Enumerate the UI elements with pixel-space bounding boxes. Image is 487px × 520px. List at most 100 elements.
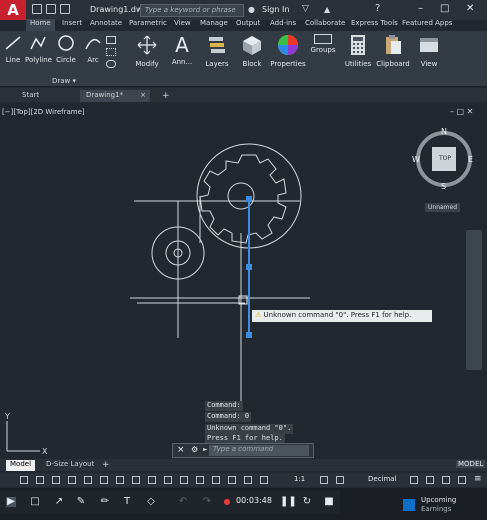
tab-collaborate[interactable]: Collaborate xyxy=(305,19,345,31)
open-icon[interactable] xyxy=(32,4,42,14)
block-button[interactable]: Block xyxy=(238,34,266,68)
utilities-button[interactable]: Utilities xyxy=(342,34,374,68)
groups-button[interactable]: Groups xyxy=(310,34,336,54)
rectangle-tool-icon[interactable]: □ xyxy=(30,497,40,507)
grip-end[interactable] xyxy=(246,332,252,338)
modify-button[interactable]: Modify xyxy=(132,34,162,68)
tab-parametric[interactable]: Parametric xyxy=(129,19,167,31)
dynamic-ucs-icon[interactable] xyxy=(196,476,204,484)
ellipse-icon[interactable] xyxy=(106,60,116,68)
tab-add-ins[interactable]: Add-ins xyxy=(270,19,296,31)
draw-panel-label[interactable]: Draw ▾ xyxy=(52,77,76,85)
arc-button[interactable]: Arc xyxy=(83,34,103,64)
lineweight-icon[interactable] xyxy=(132,476,140,484)
compass-north[interactable]: N xyxy=(441,127,447,136)
pen-tool-icon[interactable]: ✎ xyxy=(76,497,86,507)
circle-button[interactable]: Circle xyxy=(55,34,77,64)
wcs-dropdown[interactable]: Unnamed xyxy=(425,203,461,212)
line-button[interactable]: Line xyxy=(3,34,23,64)
close-icon[interactable]: ✕ xyxy=(466,3,474,14)
tab-view[interactable]: View xyxy=(174,19,191,31)
isodraft-icon[interactable] xyxy=(84,476,92,484)
compass-west[interactable]: W xyxy=(412,155,420,164)
tab-output[interactable]: Output xyxy=(236,19,260,31)
annotation-scale[interactable]: 1:1 xyxy=(294,475,305,483)
polar-icon[interactable] xyxy=(68,476,76,484)
redo-icon[interactable]: ↷ xyxy=(202,497,212,507)
isolate-objects-icon[interactable] xyxy=(442,476,450,484)
viewcube-top-face[interactable]: TOP xyxy=(439,155,451,162)
a360-icon[interactable]: ▲ xyxy=(324,5,330,14)
text-tool-icon[interactable]: T xyxy=(122,497,132,507)
layers-button[interactable]: Layers xyxy=(202,34,232,68)
hatch-icon[interactable] xyxy=(106,48,116,56)
save-icon[interactable] xyxy=(46,4,56,14)
layout-tab-d-size[interactable]: D-Size Layout xyxy=(42,460,98,471)
quick-properties-icon[interactable] xyxy=(410,476,418,484)
stop-icon[interactable]: ■ xyxy=(324,497,334,507)
gizmo-icon[interactable] xyxy=(228,476,236,484)
news-icon[interactable] xyxy=(403,499,415,511)
news-widget[interactable]: Upcoming Earnings xyxy=(421,496,456,514)
new-tab-icon[interactable]: + xyxy=(156,90,176,102)
tab-insert[interactable]: Insert xyxy=(62,19,82,31)
object-track-icon[interactable] xyxy=(100,476,108,484)
polyline-button[interactable]: Polyline xyxy=(25,34,52,64)
pause-icon[interactable]: ❚❚ xyxy=(280,497,297,507)
3d-osnap-icon[interactable] xyxy=(180,476,188,484)
view-button[interactable]: View xyxy=(416,34,442,68)
user-icon[interactable]: ● xyxy=(248,5,255,14)
gear-teeth[interactable] xyxy=(199,154,287,244)
rectangle-icon[interactable] xyxy=(106,36,116,44)
units-dropdown[interactable]: Decimal xyxy=(368,475,397,483)
grid-icon[interactable] xyxy=(20,476,28,484)
app-logo[interactable]: A xyxy=(0,0,26,20)
search-input[interactable]: Type a keyword or phrase xyxy=(140,4,244,17)
command-input[interactable]: Type a command xyxy=(209,445,309,456)
cart-icon[interactable]: ▽ xyxy=(302,4,309,14)
sign-in-button[interactable]: Sign In xyxy=(262,5,289,14)
properties-button[interactable]: Properties xyxy=(270,34,306,68)
customize-icon[interactable]: ⚙ xyxy=(191,445,198,454)
new-layout-icon[interactable]: + xyxy=(98,460,114,471)
help-icon[interactable]: ? xyxy=(375,3,380,14)
hardware-acceleration-icon[interactable] xyxy=(458,476,466,484)
pointer-tool-icon[interactable]: ▶ xyxy=(6,497,16,507)
tab-featured-apps[interactable]: Featured Apps xyxy=(402,19,452,31)
grip-start[interactable] xyxy=(246,196,252,202)
selection-filter-icon[interactable] xyxy=(212,476,220,484)
model-space-button[interactable]: MODEL xyxy=(456,460,486,468)
ortho-icon[interactable] xyxy=(52,476,60,484)
grip-mid[interactable] xyxy=(246,264,252,270)
draw-small-tools[interactable] xyxy=(106,36,120,72)
selection-cycling-icon[interactable] xyxy=(164,476,172,484)
close-tab-icon[interactable]: × xyxy=(140,91,146,99)
minimize-icon[interactable]: – xyxy=(418,3,423,14)
restore-icon[interactable]: □ xyxy=(440,3,449,14)
annotation-visibility-icon[interactable] xyxy=(244,476,252,484)
print-icon[interactable] xyxy=(60,4,70,14)
undo-icon[interactable]: ↶ xyxy=(178,497,188,507)
recent-commands-icon[interactable]: ► xyxy=(203,446,208,453)
customization-icon[interactable]: ≡ xyxy=(474,474,482,484)
highlighter-tool-icon[interactable]: ✏ xyxy=(100,497,110,507)
restart-icon[interactable]: ↻ xyxy=(302,497,312,507)
close-command-icon[interactable]: × xyxy=(177,445,185,455)
compass-south[interactable]: S xyxy=(441,182,446,191)
arrow-tool-icon[interactable]: ↗ xyxy=(54,497,64,507)
eraser-tool-icon[interactable]: ◇ xyxy=(146,497,156,507)
transparency-icon[interactable] xyxy=(148,476,156,484)
tab-annotate[interactable]: Annotate xyxy=(90,19,122,31)
clipboard-button[interactable]: Clipboard xyxy=(376,34,410,68)
snap-icon[interactable] xyxy=(36,476,44,484)
layout-tab-model[interactable]: Model xyxy=(6,460,36,471)
lock-ui-icon[interactable] xyxy=(426,476,434,484)
tab-manage[interactable]: Manage xyxy=(200,19,228,31)
annotation-monitor-icon[interactable] xyxy=(336,476,344,484)
tab-express-tools[interactable]: Express Tools xyxy=(351,19,398,31)
workspace-icon[interactable] xyxy=(320,476,328,484)
file-tab-start[interactable]: Start xyxy=(16,90,45,102)
file-tab-drawing1[interactable]: Drawing1* × xyxy=(80,90,150,102)
auto-scale-icon[interactable] xyxy=(260,476,268,484)
navigation-bar[interactable] xyxy=(466,230,482,370)
